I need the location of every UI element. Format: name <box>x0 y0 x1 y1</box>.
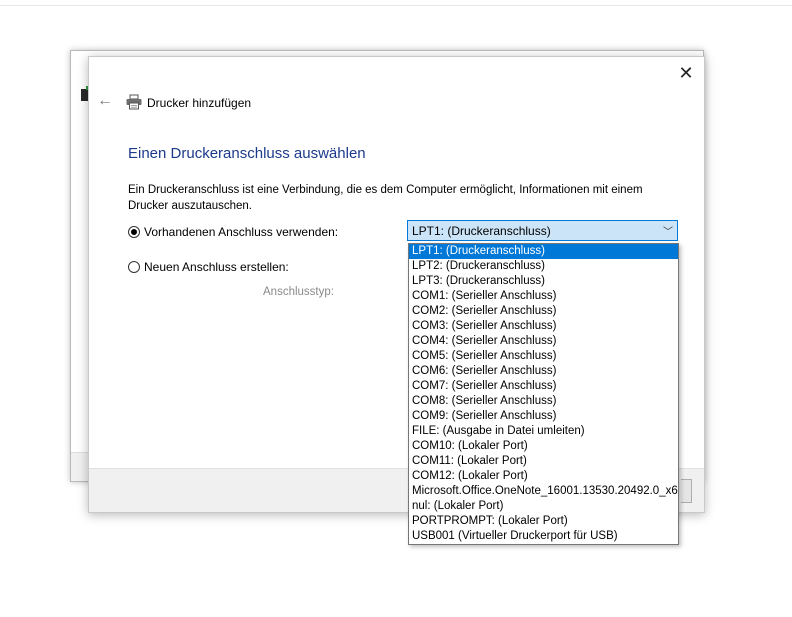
port-dropdown-list[interactable]: LPT1: (Druckeranschluss) LPT2: (Druckeran… <box>408 243 679 545</box>
page-description: Ein Druckeranschluss ist eine Verbindung… <box>128 184 643 212</box>
footer-button-edge[interactable] <box>681 479 692 503</box>
back-arrow-icon: ← <box>97 92 113 109</box>
printer-icon <box>126 94 142 110</box>
port-combobox[interactable]: LPT1: (Druckeranschluss) ﹀ <box>407 220 678 241</box>
chevron-down-icon[interactable]: ﹀ <box>659 223 677 238</box>
close-button[interactable]: ✕ <box>676 63 696 83</box>
new-port-option[interactable]: Neuen Anschluss erstellen: <box>128 259 289 275</box>
dialog-title: Drucker hinzufügen <box>147 96 252 110</box>
new-port-radio[interactable] <box>128 261 140 273</box>
port-option[interactable]: COM6: (Serieller Anschluss) <box>409 364 678 379</box>
port-option[interactable]: COM10: (Lokaler Port) <box>409 439 678 454</box>
port-option[interactable]: PORTPROMPT: (Lokaler Port) <box>409 514 678 529</box>
existing-port-radio[interactable] <box>128 226 140 238</box>
port-option[interactable]: COM4: (Serieller Anschluss) <box>409 334 678 349</box>
close-icon: ✕ <box>678 63 694 83</box>
port-option[interactable]: COM5: (Serieller Anschluss) <box>409 349 678 364</box>
top-divider <box>0 5 792 6</box>
new-port-label: Neuen Anschluss erstellen: <box>144 260 289 274</box>
port-option[interactable]: COM3: (Serieller Anschluss) <box>409 319 678 334</box>
port-option[interactable]: LPT2: (Druckeranschluss) <box>409 259 678 274</box>
existing-port-option[interactable]: Vorhandenen Anschluss verwenden: <box>128 224 338 240</box>
port-type-label: Anschlusstyp: <box>263 286 334 298</box>
port-option[interactable]: FILE: (Ausgabe in Datei umleiten) <box>409 424 678 439</box>
page-heading: Einen Druckeranschluss auswählen <box>128 145 366 162</box>
port-option[interactable]: COM1: (Serieller Anschluss) <box>409 289 678 304</box>
port-combobox-value: LPT1: (Druckeranschluss) <box>412 223 551 238</box>
port-option[interactable]: COM12: (Lokaler Port) <box>409 469 678 484</box>
port-option[interactable]: COM11: (Lokaler Port) <box>409 454 678 469</box>
port-option[interactable]: USB001 (Virtueller Druckerport für USB) <box>409 529 678 544</box>
port-option[interactable]: LPT3: (Druckeranschluss) <box>409 274 678 289</box>
port-option[interactable]: nul: (Lokaler Port) <box>409 499 678 514</box>
back-button[interactable]: ← <box>97 93 113 109</box>
port-option[interactable]: LPT1: (Druckeranschluss) <box>409 244 678 259</box>
port-option[interactable]: COM9: (Serieller Anschluss) <box>409 409 678 424</box>
port-option[interactable]: COM8: (Serieller Anschluss) <box>409 394 678 409</box>
port-option[interactable]: COM7: (Serieller Anschluss) <box>409 379 678 394</box>
port-option[interactable]: Microsoft.Office.OneNote_16001.13530.204… <box>409 484 678 499</box>
port-option[interactable]: COM2: (Serieller Anschluss) <box>409 304 678 319</box>
existing-port-label: Vorhandenen Anschluss verwenden: <box>144 225 339 239</box>
